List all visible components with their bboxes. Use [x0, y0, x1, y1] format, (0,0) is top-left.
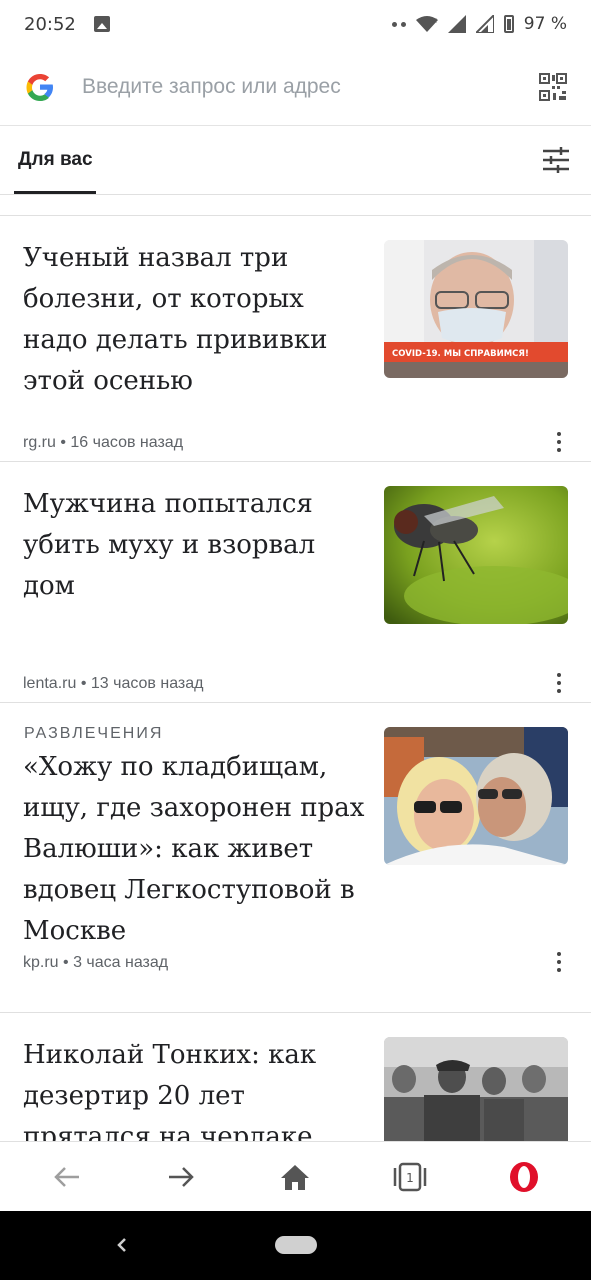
soldiers-photo-image	[384, 1037, 568, 1142]
filter-settings-icon[interactable]	[541, 145, 571, 175]
address-bar[interactable]: Введите запрос или адрес	[0, 48, 591, 126]
couple-selfie-image	[384, 727, 568, 865]
arrow-right-icon	[169, 1166, 195, 1187]
article-category: РАЗВЛЕЧЕНИЯ	[24, 725, 164, 742]
article-source: lenta.ru	[23, 675, 77, 692]
article-title[interactable]: «Хожу по кладбищам, ищу, где захоронен п…	[23, 747, 373, 952]
more-options-icon[interactable]	[557, 432, 563, 452]
article-card[interactable]: Мужчина попытался убить муху и взорвал д…	[0, 462, 591, 703]
system-back-icon[interactable]	[112, 1233, 132, 1257]
browser-bottom-bar: 1	[0, 1141, 591, 1211]
article-meta: lenta.ru • 13 часов назад	[23, 675, 204, 692]
tabs-button[interactable]: 1	[380, 1147, 440, 1207]
forward-button[interactable]	[151, 1147, 211, 1207]
article-card[interactable]: РАЗВЛЕЧЕНИЯ «Хожу по кладбищам, ищу, где…	[0, 703, 591, 1013]
article-thumbnail[interactable]: COVID-19. МЫ СПРАВИМСЯ!	[384, 240, 568, 378]
wifi-icon: ×	[415, 16, 438, 32]
status-time: 20:52	[24, 13, 76, 35]
article-time: 16 часов назад	[70, 434, 184, 451]
article-time: 3 часа назад	[73, 954, 169, 971]
article-thumbnail[interactable]	[384, 727, 568, 865]
arrow-left-icon	[54, 1166, 80, 1187]
system-navigation-bar	[0, 1211, 591, 1280]
feed-tabs: Для вас	[0, 127, 591, 195]
article-title[interactable]: Ученый назвал три болезни, от которых на…	[23, 238, 373, 402]
article-meta: rg.ru • 16 часов назад	[23, 434, 184, 451]
feed-divider	[0, 196, 591, 216]
article-source: rg.ru	[23, 434, 56, 451]
qr-code-icon[interactable]	[539, 72, 567, 101]
status-icons: × 97 %	[391, 14, 567, 34]
more-options-icon[interactable]	[557, 952, 563, 972]
home-icon	[281, 1164, 310, 1190]
tabs-icon: 1	[393, 1162, 426, 1191]
fly-on-moss-image	[384, 486, 568, 624]
home-button[interactable]	[265, 1147, 325, 1207]
image-notification-icon	[93, 16, 110, 32]
tab-for-you[interactable]: Для вас	[18, 149, 93, 171]
article-thumbnail[interactable]	[384, 486, 568, 624]
article-source: kp.ru	[23, 954, 59, 971]
tab-active-indicator	[14, 191, 96, 194]
svg-text:×: ×	[431, 16, 438, 25]
battery-icon	[503, 15, 514, 33]
signal-icon	[447, 15, 466, 33]
news-feed[interactable]: Ученый назвал три болезни, от которых на…	[0, 196, 591, 1142]
google-logo-icon	[26, 73, 53, 101]
article-thumbnail[interactable]	[384, 1037, 568, 1142]
more-notifications-icon	[391, 21, 406, 27]
signal-2-icon	[475, 15, 494, 33]
article-title[interactable]: Николай Тонких: как дезертир 20 лет прят…	[23, 1035, 373, 1142]
system-home-pill[interactable]	[275, 1236, 317, 1254]
thumbnail-caption: COVID-19. МЫ СПРАВИМСЯ!	[392, 349, 529, 359]
opera-logo-icon	[509, 1161, 538, 1192]
article-card[interactable]: Николай Тонких: как дезертир 20 лет прят…	[0, 1013, 591, 1142]
article-card[interactable]: Ученый назвал три болезни, от которых на…	[0, 216, 591, 462]
back-button[interactable]	[37, 1147, 97, 1207]
article-meta: kp.ru • 3 часа назад	[23, 954, 169, 971]
search-input[interactable]: Введите запрос или адрес	[82, 75, 539, 99]
status-bar: 20:52 × 97 %	[0, 0, 591, 48]
article-title[interactable]: Мужчина попытался убить муху и взорвал д…	[23, 484, 373, 607]
tab-count: 1	[406, 1171, 414, 1185]
article-time: 13 часов назад	[90, 675, 204, 692]
opera-menu-button[interactable]	[494, 1147, 554, 1207]
more-options-icon[interactable]	[557, 673, 563, 693]
doctor-in-mask-image: COVID-19. МЫ СПРАВИМСЯ!	[384, 240, 568, 378]
battery-percent: 97 %	[523, 14, 567, 34]
